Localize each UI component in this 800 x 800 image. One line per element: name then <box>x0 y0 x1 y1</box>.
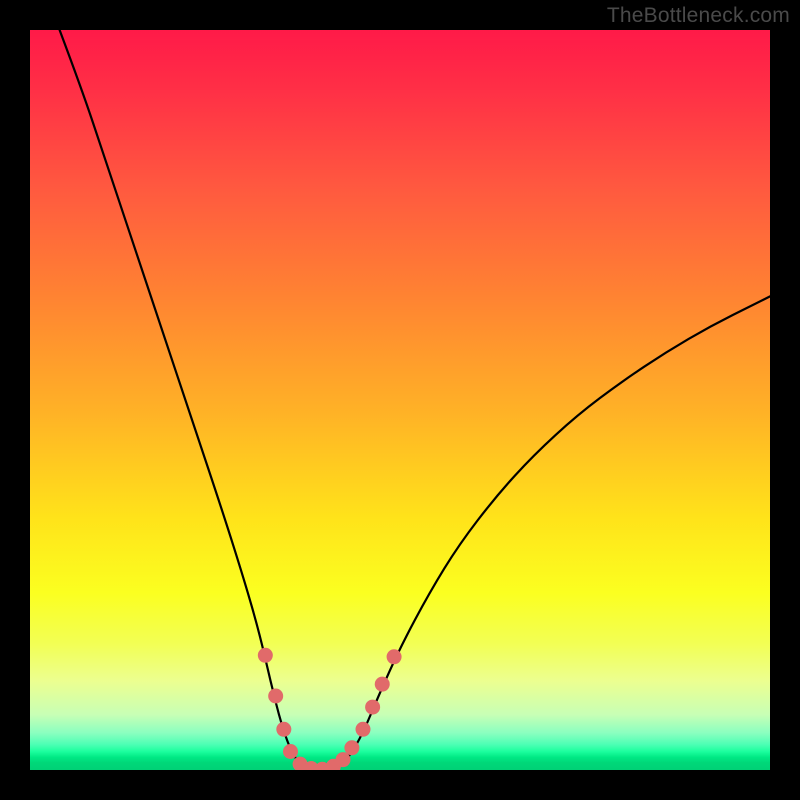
watermark-text: TheBottleneck.com <box>607 4 790 28</box>
highlight-dots <box>258 648 402 770</box>
highlight-dot <box>344 740 359 755</box>
highlight-dot <box>365 700 380 715</box>
chart-container: TheBottleneck.com <box>0 0 800 800</box>
highlight-dot <box>268 689 283 704</box>
highlight-dot <box>283 744 298 759</box>
curve-layer <box>30 30 770 770</box>
plot-area <box>30 30 770 770</box>
highlight-dot <box>356 722 371 737</box>
highlight-dot <box>375 677 390 692</box>
highlight-dot <box>336 752 351 767</box>
bottleneck-curve <box>60 30 770 770</box>
highlight-dot <box>258 648 273 663</box>
highlight-dot <box>387 649 402 664</box>
highlight-dot <box>276 722 291 737</box>
